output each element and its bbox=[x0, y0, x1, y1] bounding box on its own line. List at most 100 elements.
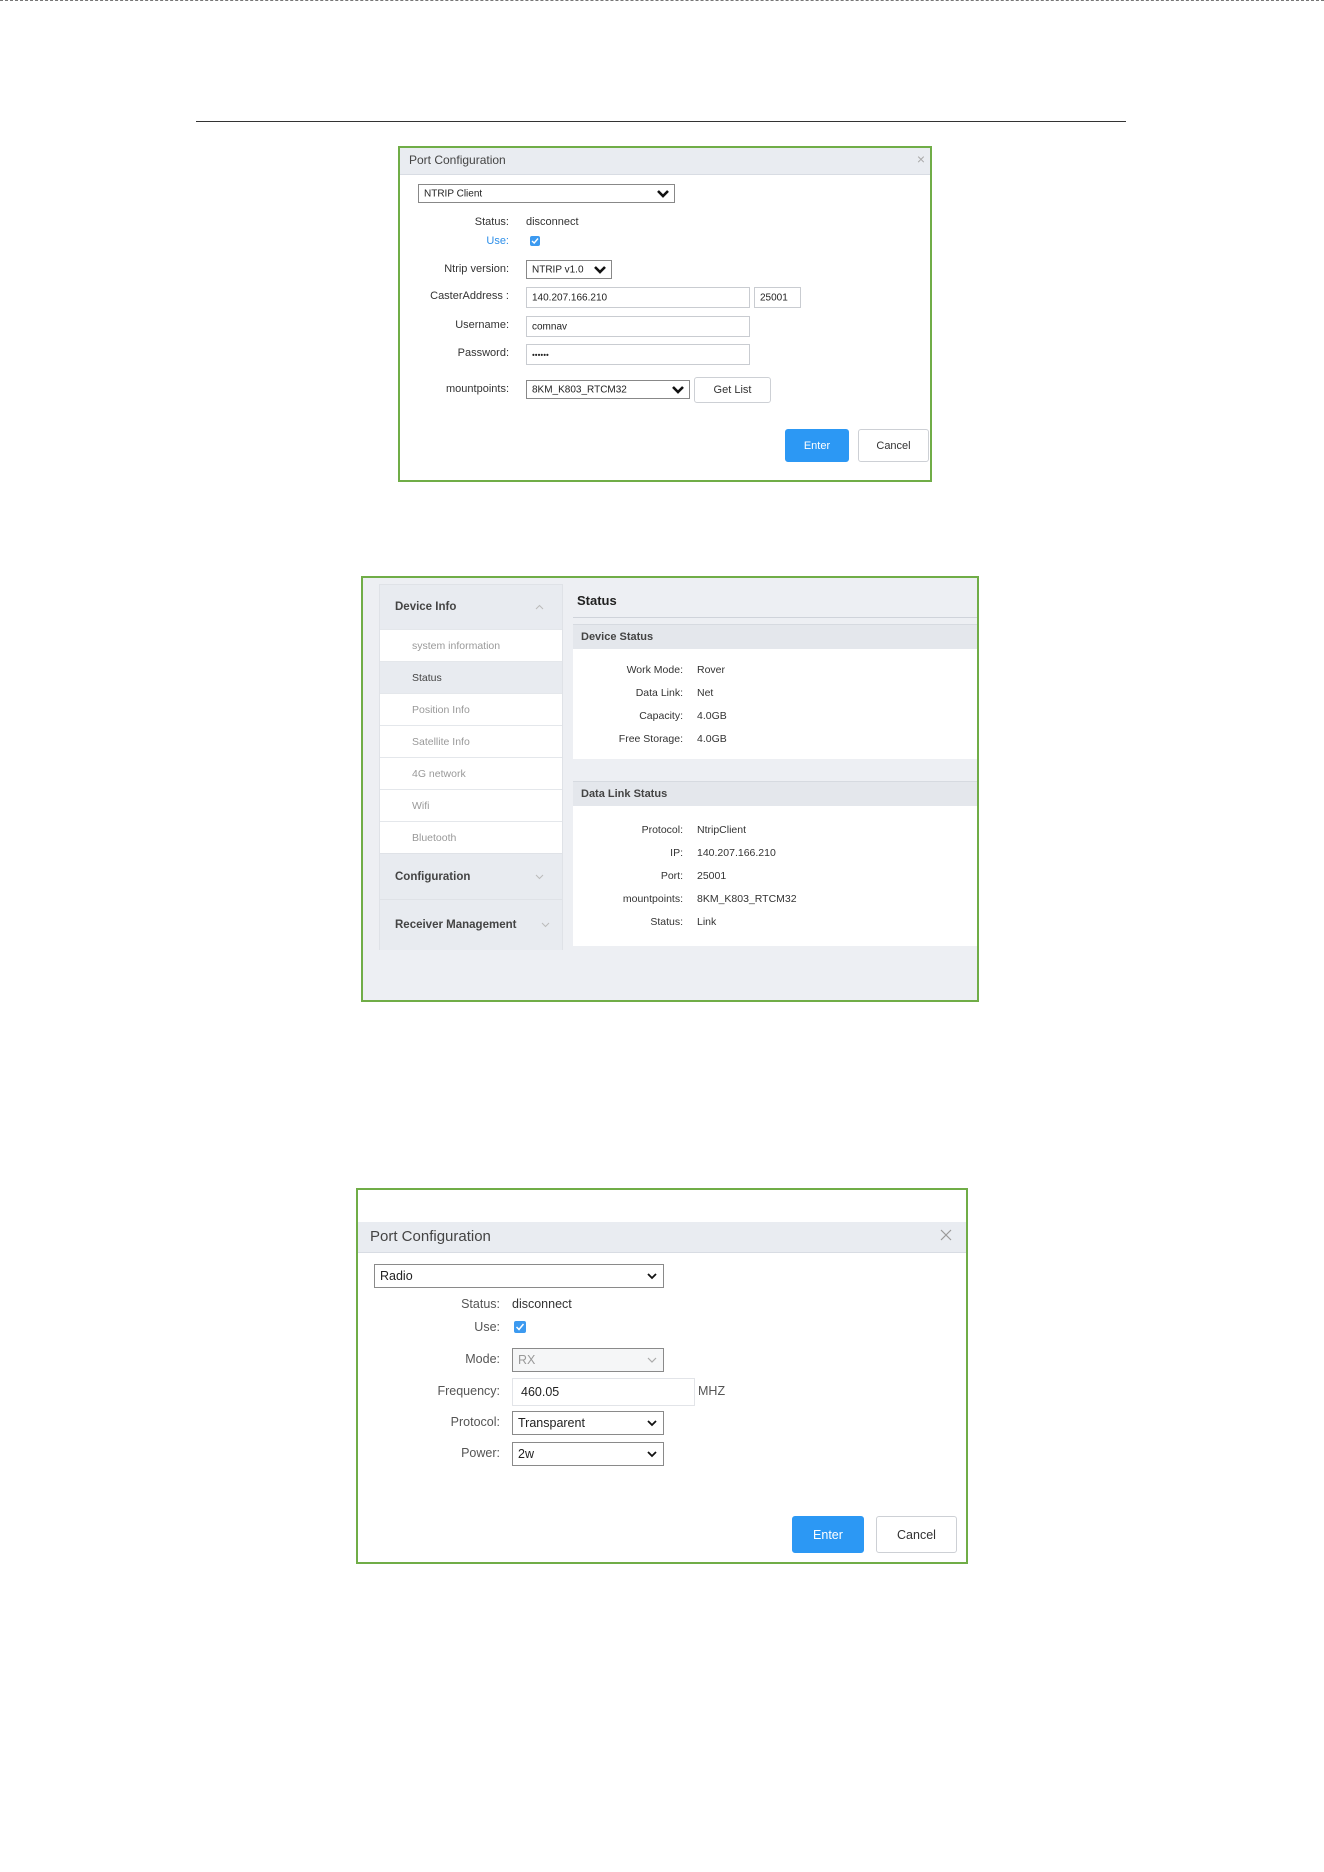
dialog-header: Port Configuration bbox=[358, 1222, 966, 1253]
capacity-value: 4.0GB bbox=[697, 710, 727, 722]
chevron-down-icon bbox=[657, 189, 669, 198]
sidebar-item-satellite-info[interactable]: Satellite Info bbox=[380, 725, 562, 757]
caster-address-value: 140.207.166.210 bbox=[532, 292, 608, 303]
sidebar-group-label: Configuration bbox=[395, 871, 471, 883]
status-value: disconnect bbox=[512, 1297, 572, 1311]
use-checkbox[interactable] bbox=[530, 236, 540, 246]
ip-label: IP: bbox=[670, 847, 683, 859]
cancel-button[interactable]: Cancel bbox=[858, 429, 929, 462]
sidebar-item-4g-network[interactable]: 4G network bbox=[380, 757, 562, 789]
sidebar-item-label: Satellite Info bbox=[412, 735, 470, 748]
password-input[interactable]: •••••• bbox=[526, 344, 750, 365]
frequency-value: 460.05 bbox=[521, 1385, 560, 1399]
password-label: Password: bbox=[457, 347, 509, 359]
sidebar-item-label: 4G network bbox=[412, 767, 466, 780]
device-status-body: Work Mode: Rover Data Link: Net Capacity… bbox=[573, 649, 977, 759]
sidebar-item-label: Wifi bbox=[412, 799, 430, 812]
port-type-value: NTRIP Client bbox=[424, 188, 483, 199]
chevron-down-icon bbox=[594, 265, 606, 274]
section-title: Data Link Status bbox=[581, 788, 668, 800]
status-label: Status: bbox=[474, 216, 509, 228]
sidebar-item-status[interactable]: Status bbox=[380, 661, 562, 693]
use-checkbox[interactable] bbox=[514, 1321, 526, 1333]
port-type-select[interactable]: NTRIP Client bbox=[418, 184, 675, 203]
chevron-down-icon bbox=[535, 874, 544, 880]
frequency-unit: MHZ bbox=[698, 1384, 726, 1398]
data-link-label: Data Link: bbox=[635, 687, 683, 699]
check-icon bbox=[515, 1323, 525, 1331]
frequency-input[interactable]: 460.05 bbox=[512, 1378, 695, 1406]
sidebar-group-label: Device Info bbox=[395, 601, 457, 613]
ntrip-port-configuration-dialog: Port Configuration × NTRIP Client Status… bbox=[398, 146, 932, 482]
sidebar-group-device-info[interactable]: Device Info bbox=[380, 585, 562, 629]
use-label: Use: bbox=[486, 235, 509, 247]
power-value: 2w bbox=[518, 1447, 534, 1461]
sidebar-group-configuration[interactable]: Configuration bbox=[380, 853, 562, 900]
enter-button[interactable]: Enter bbox=[785, 429, 849, 462]
sidebar-item-label: Status bbox=[412, 671, 442, 684]
username-label: Username: bbox=[455, 319, 509, 331]
caster-port-input[interactable]: 25001 bbox=[754, 287, 801, 308]
mode-label: Mode: bbox=[465, 1352, 500, 1366]
mode-select[interactable]: RX bbox=[512, 1348, 664, 1372]
device-status-heading: Device Status bbox=[573, 624, 977, 649]
username-value: comnav bbox=[532, 321, 568, 332]
power-select[interactable]: 2w bbox=[512, 1442, 664, 1466]
data-link-value: Net bbox=[697, 687, 714, 699]
caster-port-value: 25001 bbox=[760, 292, 788, 303]
ntrip-version-label: Ntrip version: bbox=[444, 263, 509, 275]
capacity-label: Capacity: bbox=[639, 710, 683, 722]
port-type-select[interactable]: Radio bbox=[374, 1264, 664, 1288]
protocol-select[interactable]: Transparent bbox=[512, 1411, 664, 1435]
sidebar-item-system-information[interactable]: system information bbox=[380, 629, 562, 661]
protocol-value: NtripClient bbox=[697, 824, 747, 836]
close-icon[interactable]: × bbox=[917, 151, 925, 167]
sidebar-item-label: Position Info bbox=[412, 703, 470, 716]
mountpoints-select[interactable]: 8KM_K803_RTCM32 bbox=[526, 380, 690, 399]
sidebar-item-wifi[interactable]: Wifi bbox=[380, 789, 562, 821]
link-status-label: Status: bbox=[650, 916, 683, 928]
radio-port-configuration-dialog: Port Configuration Radio Status: disconn… bbox=[356, 1188, 968, 1564]
caster-address-input[interactable]: 140.207.166.210 bbox=[526, 287, 750, 308]
work-mode-value: Rover bbox=[697, 664, 726, 676]
username-input[interactable]: comnav bbox=[526, 316, 750, 337]
sidebar-item-position-info[interactable]: Position Info bbox=[380, 693, 562, 725]
port-value: 25001 bbox=[697, 870, 727, 882]
use-label: Use: bbox=[474, 1320, 500, 1334]
free-storage-value: 4.0GB bbox=[697, 733, 727, 745]
cancel-button[interactable]: Cancel bbox=[876, 1516, 957, 1553]
caster-address-label: CasterAddress : bbox=[430, 290, 509, 302]
ip-value: 140.207.166.210 bbox=[697, 847, 776, 859]
ntrip-version-select[interactable]: NTRIP v1.0 bbox=[526, 260, 612, 279]
enter-button[interactable]: Enter bbox=[792, 1516, 864, 1553]
port-type-value: Radio bbox=[380, 1269, 413, 1283]
footer-rule bbox=[0, 0, 1324, 1]
chevron-down-icon bbox=[647, 1273, 657, 1280]
sidebar-group-label: Receiver Management bbox=[395, 919, 517, 931]
section-title: Device Status bbox=[581, 631, 654, 643]
page-title: Status bbox=[577, 593, 617, 608]
protocol-label: Protocol: bbox=[641, 824, 683, 836]
ntrip-version-value: NTRIP v1.0 bbox=[532, 264, 584, 275]
chevron-down-icon bbox=[647, 1451, 657, 1458]
free-storage-label: Free Storage: bbox=[618, 733, 683, 745]
mountpoints-value: 8KM_K803_RTCM32 bbox=[532, 384, 627, 395]
sidebar-item-label: Bluetooth bbox=[412, 831, 457, 844]
chevron-down-icon bbox=[672, 385, 684, 394]
mode-value: RX bbox=[518, 1353, 536, 1367]
sidebar-item-label: system information bbox=[412, 639, 501, 652]
link-status-value: Link bbox=[697, 916, 717, 928]
data-link-status-heading: Data Link Status bbox=[573, 781, 977, 806]
close-icon[interactable] bbox=[939, 1228, 953, 1242]
dialog-header: Port Configuration × bbox=[400, 148, 930, 175]
dialog-title: Port Configuration bbox=[409, 153, 506, 167]
power-label: Power: bbox=[461, 1446, 500, 1460]
get-list-button[interactable]: Get List bbox=[694, 377, 771, 403]
status-value: disconnect bbox=[526, 216, 579, 228]
sidebar-group-receiver-management[interactable]: Receiver Management bbox=[380, 899, 562, 950]
data-link-status-body: Protocol: NtripClient IP: 140.207.166.21… bbox=[573, 806, 977, 946]
dialog-title: Port Configuration bbox=[370, 1228, 491, 1245]
chevron-down-icon bbox=[541, 922, 550, 928]
protocol-value: Transparent bbox=[518, 1416, 585, 1430]
sidebar-item-bluetooth[interactable]: Bluetooth bbox=[380, 821, 562, 853]
